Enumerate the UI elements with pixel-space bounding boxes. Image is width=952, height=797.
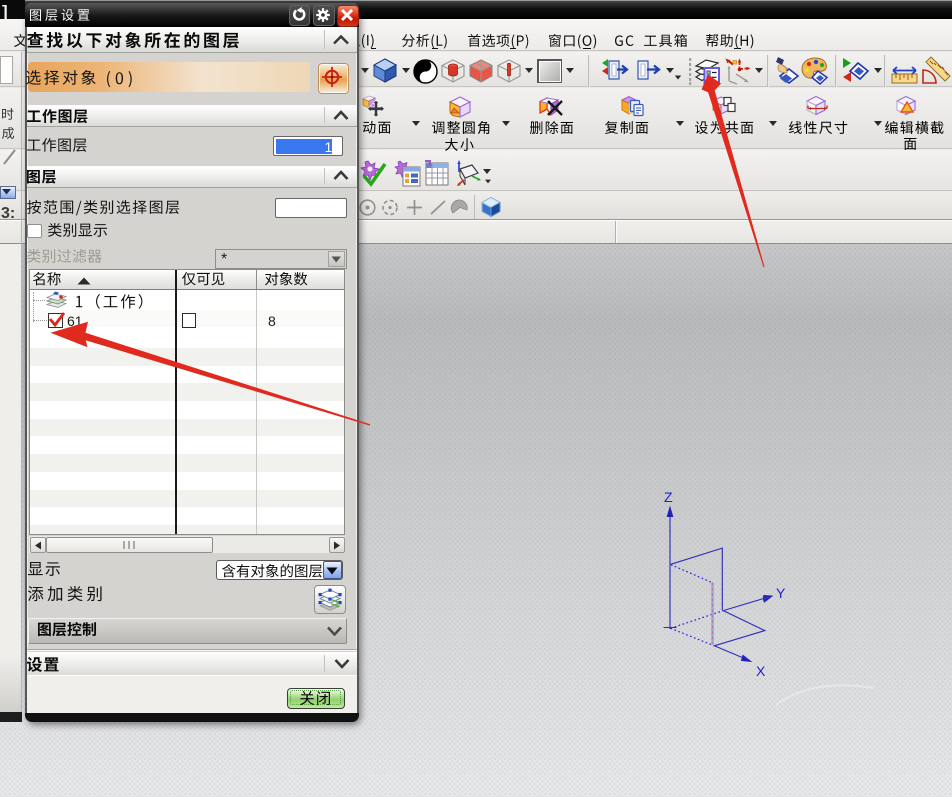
svg-text:Z: Z (664, 489, 673, 505)
svg-text:Y: Y (776, 585, 786, 601)
svg-text:X: X (756, 663, 766, 679)
